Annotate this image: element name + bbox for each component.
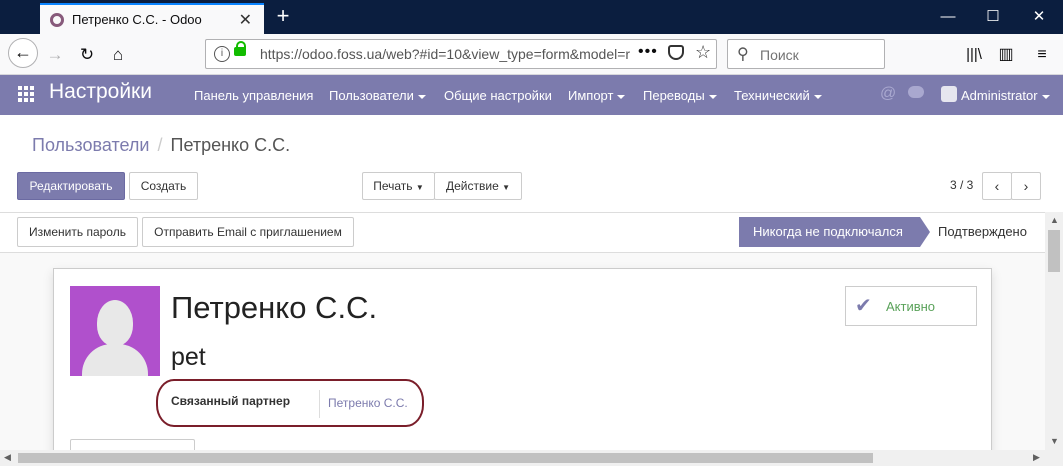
menu-users-label: Пользователи (329, 88, 414, 103)
scrollbar-thumb[interactable] (1048, 230, 1060, 272)
active-label: Активно (886, 299, 936, 314)
chevron-left-icon: ‹ (994, 178, 1000, 194)
user-name: Administrator (961, 88, 1038, 103)
address-bar[interactable]: i https://odoo.foss.ua/web?#id=10&view_t… (205, 39, 717, 69)
back-arrow-icon[interactable]: ← (8, 38, 38, 68)
close-window-icon[interactable]: ✕ (1016, 0, 1062, 34)
page-actions-icon[interactable]: ••• (638, 43, 658, 61)
action-dropdown[interactable]: Действие ▼ (434, 172, 522, 200)
user-name-field: Петренко С.С. (171, 290, 378, 325)
breadcrumb-current: Петренко С.С. (170, 135, 291, 155)
pager-next-button[interactable]: › (1011, 172, 1041, 200)
print-label: Печать (373, 179, 413, 193)
scroll-up-icon[interactable]: ▲ (1050, 215, 1059, 225)
browser-tab[interactable]: Петренко С.С. - Odoo ✕ (40, 3, 264, 34)
minimize-icon[interactable]: — (925, 0, 971, 34)
change-password-button[interactable]: Изменить пароль (17, 217, 138, 247)
user-login-field: pet (171, 343, 206, 371)
menu-import[interactable]: Импорт (568, 88, 625, 103)
close-tab-icon[interactable]: ✕ (239, 10, 252, 30)
menu-dashboard[interactable]: Панель управления (194, 88, 313, 103)
search-box[interactable]: ⚲ Поиск (727, 39, 885, 69)
related-partner-link[interactable]: Петренко С.С. (328, 396, 408, 410)
status-confirmed: Подтверждено (938, 224, 1027, 239)
vertical-scrollbar[interactable]: ▲ ▼ (1045, 212, 1063, 450)
breadcrumb-users-link[interactable]: Пользователи (32, 135, 149, 155)
chevron-right-icon: › (1023, 178, 1029, 194)
url-text[interactable]: https://odoo.foss.ua/web?#id=10&view_typ… (260, 46, 630, 62)
user-menu[interactable]: Administrator (961, 88, 1050, 103)
menu-users[interactable]: Пользователи (329, 88, 426, 103)
menu-icon[interactable]: ≡ (1029, 42, 1055, 68)
lock-icon (234, 41, 246, 56)
menu-import-label: Импорт (568, 88, 614, 103)
sidebar-icon[interactable]: ▥ (993, 42, 1019, 68)
pager-value[interactable]: 3 / 3 (950, 178, 973, 192)
forward-arrow-icon[interactable]: → (42, 42, 68, 68)
chevron-down-icon: ▼ (502, 183, 511, 192)
app-title[interactable]: Настройки (49, 80, 152, 104)
pager-previous-button[interactable]: ‹ (982, 172, 1012, 200)
edit-button[interactable]: Редактировать (17, 172, 125, 200)
user-photo[interactable] (70, 286, 160, 376)
chat-icon[interactable] (908, 86, 924, 98)
action-label: Действие (445, 179, 499, 193)
menu-translations-label: Переводы (643, 88, 705, 103)
new-tab-icon[interactable]: + (273, 3, 293, 31)
horizontal-scrollbar[interactable]: ◀ ▶ (0, 450, 1063, 466)
reload-icon[interactable]: ↻ (74, 42, 100, 68)
mention-icon[interactable]: @ (880, 85, 896, 103)
menu-translations[interactable]: Переводы (643, 88, 717, 103)
avatar-head-icon (97, 300, 133, 346)
send-invitation-button[interactable]: Отправить Email с приглашением (142, 217, 354, 247)
bookmark-star-icon[interactable]: ☆ (695, 42, 711, 63)
menu-technical-label: Технический (734, 88, 810, 103)
odoo-favicon-icon (50, 13, 64, 27)
user-avatar[interactable] (941, 86, 957, 102)
menu-general-settings[interactable]: Общие настройки (444, 88, 552, 103)
field-divider (319, 390, 320, 418)
maximize-icon[interactable]: ☐ (970, 0, 1016, 34)
scroll-right-icon[interactable]: ▶ (1033, 452, 1040, 463)
related-partner-label: Связанный партнер (171, 394, 291, 408)
info-icon[interactable]: i (214, 46, 230, 62)
tab-title: Петренко С.С. - Odoo (72, 12, 202, 27)
avatar-body-icon (82, 344, 148, 376)
search-placeholder: Поиск (760, 47, 799, 63)
create-button[interactable]: Создать (129, 172, 198, 200)
checkmark-icon: ✔ (855, 295, 872, 317)
print-dropdown[interactable]: Печать ▼ (362, 172, 435, 200)
scroll-down-icon[interactable]: ▼ (1050, 436, 1059, 446)
status-never-connected: Никогда не подключался (739, 217, 930, 247)
menu-technical[interactable]: Технический (734, 88, 822, 103)
home-icon[interactable]: ⌂ (105, 42, 131, 68)
scrollbar-thumb[interactable] (18, 453, 873, 463)
chevron-down-icon: ▼ (415, 183, 424, 192)
scroll-left-icon[interactable]: ◀ (4, 452, 11, 463)
apps-grid-icon[interactable] (18, 86, 34, 102)
library-icon[interactable]: |||\ (961, 42, 987, 68)
breadcrumb: Пользователи / Петренко С.С. (32, 135, 290, 156)
active-toggle-button[interactable]: ✔ Активно (845, 286, 977, 326)
search-icon: ⚲ (737, 46, 749, 63)
breadcrumb-separator: / (157, 135, 163, 155)
pocket-icon[interactable] (668, 45, 684, 60)
